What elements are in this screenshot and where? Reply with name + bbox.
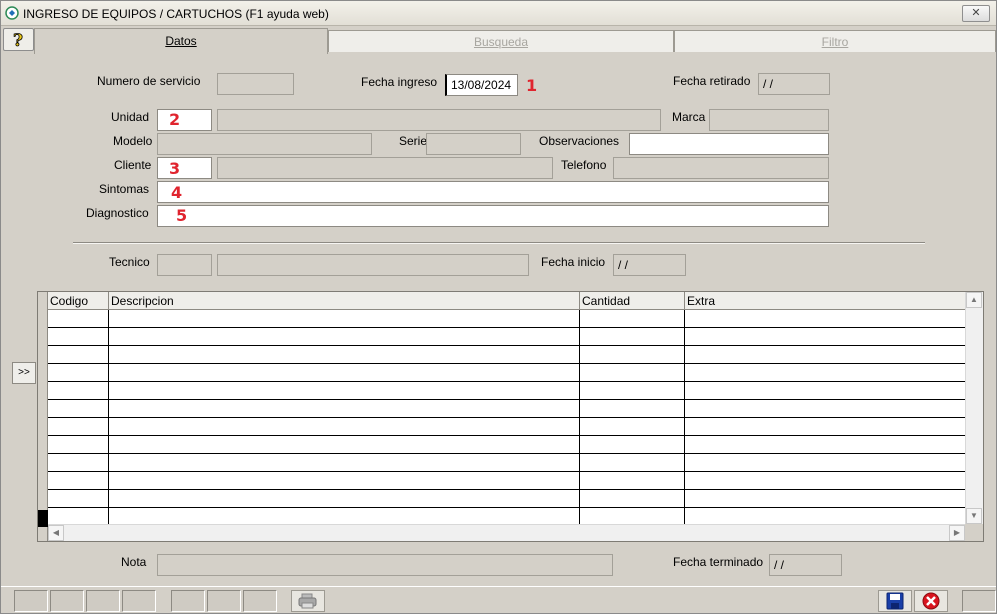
unidad-label: Unidad	[111, 110, 150, 124]
annotation-2: 2	[169, 110, 181, 129]
grid-row-line	[48, 453, 966, 454]
nota-label: Nota	[121, 555, 147, 569]
fecha-terminado-field[interactable]: / /	[769, 554, 842, 576]
column-header-extra[interactable]: Extra	[685, 292, 966, 310]
fecha-retirado-field[interactable]: / /	[758, 73, 830, 95]
diagnostico-label: Diagnostico	[86, 206, 149, 220]
form-area: Numero de servicio Fecha ingreso 13/08/2…	[1, 54, 996, 586]
fecha-terminado-label: Fecha terminado	[673, 555, 764, 569]
column-header-descripcion[interactable]: Descripcion	[109, 292, 580, 310]
tecnico-label: Tecnico	[109, 255, 150, 269]
main-window: INGRESO DE EQUIPOS / CARTUCHOS (F1 ayuda…	[0, 0, 997, 614]
toolbar-button-7[interactable]	[243, 590, 277, 612]
save-button[interactable]	[878, 590, 912, 612]
toolbar-button-5[interactable]	[171, 590, 205, 612]
app-icon	[5, 6, 19, 20]
tab-datos[interactable]: Datos	[34, 28, 328, 55]
scroll-left-icon[interactable]: ◀	[48, 525, 64, 541]
bottom-toolbar	[1, 586, 996, 613]
cliente-desc-field	[217, 157, 553, 179]
telefono-field[interactable]	[613, 157, 829, 179]
numero-servicio-label: Numero de servicio	[97, 74, 201, 88]
svg-text:?: ?	[13, 31, 23, 50]
fecha-inicio-label: Fecha inicio	[541, 255, 606, 269]
scroll-up-icon[interactable]: ▲	[966, 292, 982, 308]
toolbar-button-end[interactable]	[962, 590, 996, 612]
scroll-corner	[965, 524, 983, 541]
cancel-icon	[922, 592, 940, 610]
marca-label: Marca	[672, 110, 706, 124]
toolbar-button-6[interactable]	[207, 590, 241, 612]
grid-row-line	[48, 489, 966, 490]
tab-strip: ? Datos Busqueda Filtro	[1, 27, 996, 55]
scroll-down-icon[interactable]: ▼	[966, 508, 982, 524]
floppy-disk-icon	[886, 592, 904, 610]
tab-datos-label: Datos	[165, 34, 197, 48]
close-button[interactable]: ✕	[962, 5, 990, 22]
telefono-label: Telefono	[561, 158, 607, 172]
serie-label: Serie	[399, 134, 428, 148]
window-title: INGRESO DE EQUIPOS / CARTUCHOS (F1 ayuda…	[23, 7, 329, 21]
unidad-code-field[interactable]	[157, 109, 212, 131]
annotation-1: 1	[526, 76, 538, 95]
tab-filtro[interactable]: Filtro	[674, 30, 996, 52]
observaciones-field[interactable]	[629, 133, 829, 155]
sintomas-field[interactable]	[157, 181, 829, 203]
fecha-retirado-label: Fecha retirado	[673, 74, 751, 88]
grid-row-line	[48, 363, 966, 364]
print-button[interactable]	[291, 590, 325, 612]
fecha-ingreso-field[interactable]: 13/08/2024	[445, 74, 518, 96]
grid-row-line	[48, 471, 966, 472]
grid-row-line	[48, 435, 966, 436]
grid-row-line	[48, 399, 966, 400]
grid-row-line	[48, 327, 966, 328]
toolbar-button-1[interactable]	[14, 590, 48, 612]
tecnico-code-field[interactable]	[157, 254, 212, 276]
marca-field[interactable]	[709, 109, 829, 131]
grid-row-line	[48, 345, 966, 346]
grid-row-line	[48, 507, 966, 508]
sintomas-label: Sintomas	[99, 182, 150, 196]
scroll-right-icon[interactable]: ▶	[949, 525, 965, 541]
fecha-ingreso-label: Fecha ingreso	[361, 75, 438, 89]
numero-servicio-field[interactable]	[217, 73, 294, 95]
annotation-4: 4	[171, 183, 183, 202]
toolbar-button-4[interactable]	[122, 590, 156, 612]
annotation-3: 3	[169, 159, 181, 178]
serie-field[interactable]	[426, 133, 521, 155]
title-bar: INGRESO DE EQUIPOS / CARTUCHOS (F1 ayuda…	[1, 1, 996, 26]
observaciones-label: Observaciones	[539, 134, 620, 148]
separator	[73, 242, 925, 244]
fecha-inicio-field[interactable]: / /	[613, 254, 686, 276]
cancel-button[interactable]	[914, 590, 948, 612]
printer-icon	[298, 593, 317, 609]
column-header-codigo[interactable]: Codigo	[48, 292, 109, 310]
tab-filtro-label: Filtro	[821, 35, 849, 49]
toolbar-button-2[interactable]	[50, 590, 84, 612]
current-row-marker	[38, 510, 48, 527]
modelo-label: Modelo	[113, 134, 153, 148]
modelo-field[interactable]	[157, 133, 372, 155]
diagnostico-field[interactable]	[157, 205, 829, 227]
question-mark-icon: ?	[13, 31, 24, 52]
row-indicator-column	[38, 292, 48, 541]
tecnico-desc-field	[217, 254, 529, 276]
items-grid[interactable]: Codigo Descripcion Cantidad Extra ▲ ▼ ◀ …	[37, 291, 984, 542]
unidad-desc-field	[217, 109, 661, 131]
tab-busqueda[interactable]: Busqueda	[328, 30, 674, 52]
horizontal-scrollbar[interactable]: ◀ ▶	[48, 524, 965, 541]
column-header-cantidad[interactable]: Cantidad	[580, 292, 685, 310]
annotation-5: 5	[176, 206, 188, 225]
tab-busqueda-label: Busqueda	[473, 35, 529, 49]
expand-button[interactable]: >>	[12, 362, 36, 384]
nota-field[interactable]	[157, 554, 613, 576]
cliente-label: Cliente	[114, 158, 152, 172]
cliente-code-field[interactable]	[157, 157, 212, 179]
grid-row-line	[48, 417, 966, 418]
vertical-scrollbar[interactable]: ▲ ▼	[965, 292, 983, 524]
help-button[interactable]: ?	[3, 28, 34, 51]
grid-row-line	[48, 381, 966, 382]
toolbar-button-3[interactable]	[86, 590, 120, 612]
